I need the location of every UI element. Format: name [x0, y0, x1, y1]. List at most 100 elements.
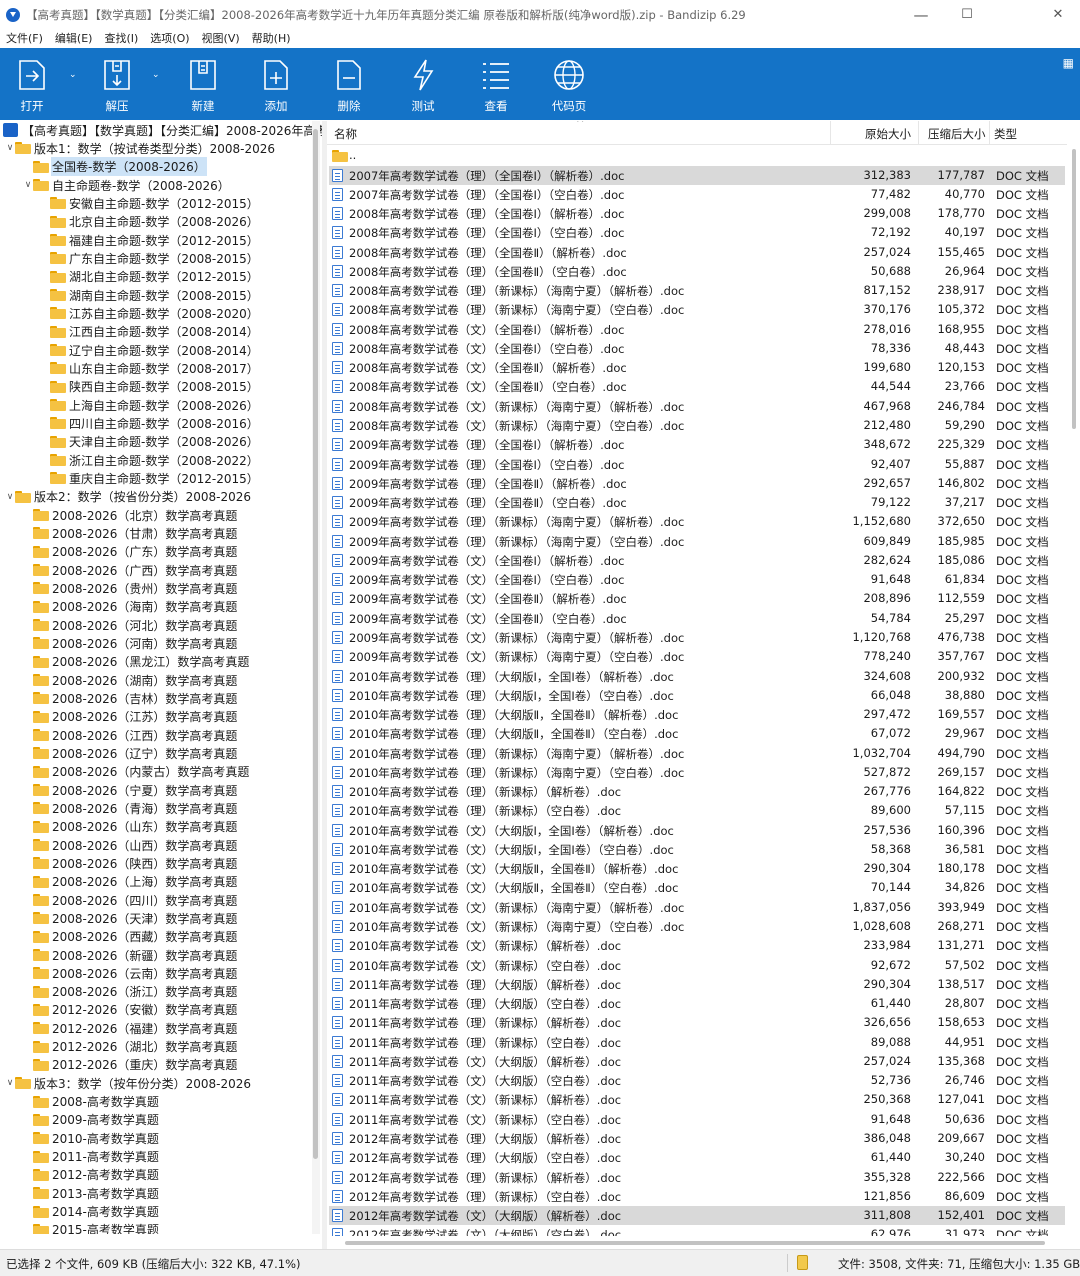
file-row[interactable]: 2009年高考数学试卷（文）（全国卷Ⅱ）（空白卷）.doc 54,784 25,29… [329, 609, 1065, 628]
tree-item[interactable]: 2008-2026（上海）数学高考真题 [23, 873, 237, 891]
expand-chevron-icon[interactable]: ∨ [5, 1078, 15, 1088]
tree-item[interactable]: 2008-2026（江苏）数学高考真题 [23, 708, 237, 726]
file-row[interactable]: 2009年高考数学试卷（理）（全国卷Ⅰ）（空白卷）.doc 92,407 55,88… [329, 455, 1065, 474]
tree-item[interactable]: 江西自主命题-数学（2008-2014） [40, 323, 259, 341]
tree-item[interactable]: 2008-2026（广东）数学高考真题 [23, 543, 237, 561]
tree-item[interactable]: 2010-高考数学真题 [23, 1129, 159, 1147]
add-button[interactable]: 添加 [255, 48, 297, 120]
tree-item[interactable]: ∨ 版本3：数学（按年份分类）2008-2026 [5, 1074, 251, 1092]
column-header-type[interactable]: 类型 [994, 126, 1017, 142]
tree-item[interactable]: 2012-2026（福建）数学高考真题 [23, 1019, 237, 1037]
tree-item[interactable]: 2012-2026（重庆）数学高考真题 [23, 1056, 237, 1074]
tree-item[interactable]: 2008-2026（山西）数学高考真题 [23, 836, 237, 854]
file-row[interactable]: 2009年高考数学试卷（文）（新课标）（海南宁夏）（解析卷）.doc 1,120,… [329, 628, 1065, 647]
file-row[interactable]: 2011年高考数学试卷（理）（新课标）（空白卷）.doc 89,088 44,951… [329, 1033, 1065, 1052]
extract-dropdown-arrow-icon[interactable]: ⌄ [152, 70, 162, 80]
tree-item[interactable]: 湖南自主命题-数学（2008-2015） [40, 286, 259, 304]
tree-item[interactable]: 2012-2026（安徽）数学高考真题 [23, 1001, 237, 1019]
tree-item[interactable]: 【高考真题】【数学真题】【分类汇编】2008-2026年高考 [3, 121, 322, 139]
tree-item[interactable]: 2008-2026（黑龙江）数学高考真题 [23, 653, 249, 671]
file-row[interactable]: 2011年高考数学试卷（理）（大纲版）（解析卷）.doc 290,304 138,5… [329, 975, 1065, 994]
menu-options[interactable]: 选项(O) [144, 30, 195, 46]
tree-item[interactable]: 四川自主命题-数学（2008-2016） [40, 414, 259, 432]
file-row[interactable]: 2008年高考数学试卷（文）（新课标）（海南宁夏）（空白卷）.doc 212,48… [329, 416, 1065, 435]
file-row[interactable]: 2010年高考数学试卷（理）（新课标）（海南宁夏）（空白卷）.doc 527,87… [329, 763, 1065, 782]
menu-edit[interactable]: 编辑(E) [49, 30, 99, 46]
close-button[interactable]: ✕ [1036, 0, 1080, 29]
horizontal-scrollbar[interactable] [327, 1236, 1067, 1249]
file-row[interactable]: 2010年高考数学试卷（理）（新课标）（空白卷）.doc 89,600 57,115… [329, 801, 1065, 820]
tree-item[interactable]: ∨ 版本1：数学（按试卷类型分类）2008-2026 [5, 139, 275, 157]
tree-item[interactable]: 2008-高考数学真题 [23, 1092, 159, 1110]
tree-item[interactable]: ∨ 自主命题卷-数学（2008-2026） [23, 176, 230, 194]
tree-item[interactable]: 2008-2026（甘肃）数学高考真题 [23, 524, 237, 542]
file-row[interactable]: 2008年高考数学试卷（文）（全国卷Ⅱ）（空白卷）.doc 44,544 23,76… [329, 377, 1065, 396]
tree-item[interactable]: 2008-2026（山东）数学高考真题 [23, 818, 237, 836]
column-separator[interactable] [989, 121, 990, 145]
column-separator[interactable] [918, 121, 919, 145]
file-row[interactable]: 2010年高考数学试卷（文）（大纲版Ⅱ，全国卷Ⅱ）（空白卷）.doc 70,144… [329, 878, 1065, 897]
tree-item[interactable]: ∨ 版本2：数学（按省份分类）2008-2026 [5, 488, 251, 506]
file-row[interactable]: 2009年高考数学试卷（理）（全国卷Ⅱ）（空白卷）.doc 79,122 37,21… [329, 493, 1065, 512]
tree-item[interactable]: 2014-高考数学真题 [23, 1202, 159, 1220]
tree-item[interactable]: 2008-2026（北京）数学高考真题 [23, 506, 237, 524]
tree-item[interactable]: 2008-2026（天津）数学高考真题 [23, 909, 237, 927]
tree-item[interactable]: 2008-2026（辽宁）数学高考真题 [23, 744, 237, 762]
file-row[interactable]: 2012年高考数学试卷（文）（大纲版）（解析卷）.doc 311,808 152,4… [329, 1206, 1065, 1226]
parent-folder-row[interactable]: .. [329, 146, 1065, 165]
tree-item[interactable]: 辽宁自主命题-数学（2008-2014） [40, 341, 259, 359]
tree-item[interactable]: 2008-2026（内蒙古）数学高考真题 [23, 763, 249, 781]
file-row[interactable]: 2011年高考数学试卷（理）（新课标）（解析卷）.doc 326,656 158,6… [329, 1013, 1065, 1032]
tree-scrollbar[interactable] [312, 121, 320, 1234]
tree-item[interactable]: 2012-2026（湖北）数学高考真题 [23, 1038, 237, 1056]
tree-item[interactable]: 2008-2026（新疆）数学高考真题 [23, 946, 237, 964]
tree-item[interactable]: 2013-高考数学真题 [23, 1184, 159, 1202]
tree-item[interactable]: 2008-2026（河南）数学高考真题 [23, 634, 237, 652]
file-row[interactable]: 2008年高考数学试卷（文）（新课标）（海南宁夏）（解析卷）.doc 467,96… [329, 397, 1065, 416]
tree-item[interactable]: 2008-2026（湖南）数学高考真题 [23, 671, 237, 689]
file-row[interactable]: 2010年高考数学试卷（文）（新课标）（海南宁夏）（空白卷）.doc 1,028,… [329, 917, 1065, 936]
file-row[interactable]: 2010年高考数学试卷（文）（新课标）（解析卷）.doc 233,984 131,2… [329, 936, 1065, 955]
maximize-button[interactable]: ☐ [944, 0, 990, 29]
file-row[interactable]: 2008年高考数学试卷（文）（全国卷Ⅰ）（解析卷）.doc 278,016 168,… [329, 320, 1065, 339]
expand-chevron-icon[interactable]: ∨ [5, 492, 15, 502]
file-row[interactable]: 2010年高考数学试卷（文）（大纲版Ⅰ，全国Ⅰ卷）（解析卷）.doc 257,53… [329, 821, 1065, 840]
file-row[interactable]: 2011年高考数学试卷（文）（大纲版）（解析卷）.doc 257,024 135,3… [329, 1052, 1065, 1071]
file-row[interactable]: 2012年高考数学试卷（理）（大纲版）（空白卷）.doc 61,440 30,240… [329, 1148, 1065, 1167]
menu-help[interactable]: 帮助(H) [246, 30, 297, 46]
tree-item[interactable]: 2008-2026（海南）数学高考真题 [23, 598, 237, 616]
file-row[interactable]: 2008年高考数学试卷（理）（新课标）（海南宁夏）（解析卷）.doc 817,15… [329, 281, 1065, 300]
tree-item[interactable]: 2011-高考数学真题 [23, 1147, 159, 1165]
file-row[interactable]: 2010年高考数学试卷（理）（大纲版Ⅰ，全国Ⅰ卷）（空白卷）.doc 66,048… [329, 686, 1065, 705]
file-row[interactable]: 2009年高考数学试卷（文）（新课标）（海南宁夏）（空白卷）.doc 778,24… [329, 647, 1065, 666]
tree-item[interactable]: 湖北自主命题-数学（2012-2015） [40, 268, 259, 286]
file-row[interactable]: 2012年高考数学试卷（理）（新课标）（解析卷）.doc 355,328 222,5… [329, 1168, 1065, 1187]
file-row[interactable]: 2008年高考数学试卷（理）（全国卷Ⅰ）（空白卷）.doc 72,192 40,19… [329, 223, 1065, 242]
column-separator[interactable] [830, 121, 831, 145]
menu-file[interactable]: 文件(F) [0, 30, 49, 46]
tree-item[interactable]: 2008-2026（浙江）数学高考真题 [23, 983, 237, 1001]
view-button[interactable]: 查看 [475, 48, 517, 120]
file-row[interactable]: 2008年高考数学试卷（理）（全国卷Ⅱ）（空白卷）.doc 50,688 26,96… [329, 262, 1065, 281]
file-row[interactable]: 2010年高考数学试卷（理）（新课标）（海南宁夏）（解析卷）.doc 1,032,… [329, 744, 1065, 763]
file-row[interactable]: 2009年高考数学试卷（文）（全国卷Ⅰ）（解析卷）.doc 282,624 185,… [329, 551, 1065, 570]
tree-item[interactable]: 天津自主命题-数学（2008-2026） [40, 433, 259, 451]
open-dropdown-arrow-icon[interactable]: ⌄ [69, 70, 79, 80]
file-row[interactable]: 2012年高考数学试卷（理）（新课标）（空白卷）.doc 121,856 86,60… [329, 1187, 1065, 1206]
tree-item[interactable]: 2008-2026（贵州）数学高考真题 [23, 579, 237, 597]
file-row[interactable]: 2011年高考数学试卷（理）（大纲版）（空白卷）.doc 61,440 28,807… [329, 994, 1065, 1013]
tree-item[interactable]: 陕西自主命题-数学（2008-2015） [40, 378, 259, 396]
test-button[interactable]: 测试 [402, 48, 444, 120]
file-row[interactable]: 2010年高考数学试卷（理）（大纲版Ⅰ，全国Ⅰ卷）（解析卷）.doc 324,60… [329, 667, 1065, 686]
file-row[interactable]: 2010年高考数学试卷（文）（新课标）（海南宁夏）（解析卷）.doc 1,837,… [329, 898, 1065, 917]
tree-item[interactable]: 2008-2026（陕西）数学高考真题 [23, 854, 237, 872]
open-button[interactable]: 打开 [10, 48, 54, 120]
file-row[interactable]: 2010年高考数学试卷（文）（新课标）（空白卷）.doc 92,672 57,502… [329, 956, 1065, 975]
tree-item[interactable]: 2008-2026（云南）数学高考真题 [23, 964, 237, 982]
tree-item[interactable]: 全国卷-数学（2008-2026） [23, 157, 207, 177]
file-row[interactable]: 2008年高考数学试卷（理）（新课标）（海南宁夏）（空白卷）.doc 370,17… [329, 300, 1065, 319]
file-list-scrollbar[interactable] [1068, 121, 1080, 1234]
tree-item[interactable]: 2012-高考数学真题 [23, 1166, 159, 1184]
file-row[interactable]: 2011年高考数学试卷（文）（新课标）（解析卷）.doc 250,368 127,0… [329, 1090, 1065, 1109]
tree-item[interactable]: 2008-2026（广西）数学高考真题 [23, 561, 237, 579]
